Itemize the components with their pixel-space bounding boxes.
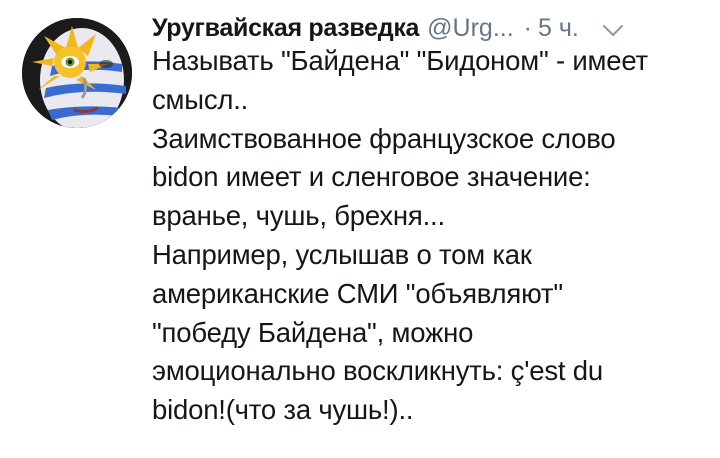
tweet-text-line: вранье, чушь, брехня... xyxy=(152,200,445,232)
tweet-timestamp[interactable]: 5 ч. xyxy=(538,14,579,43)
tweet-content: Уругвайская разведка @Urg... · 5 ч. Назы… xyxy=(152,8,700,430)
tweet-text-line: американские СМИ "объявляют" xyxy=(152,277,563,309)
author-name[interactable]: Уругвайская разведка xyxy=(152,14,419,43)
header-separator: · xyxy=(523,13,532,42)
tweet-text-line: bidon!(что за чушь!).. xyxy=(152,394,414,426)
author-avatar[interactable] xyxy=(22,18,132,128)
tweet-text-line: эмоционально воскликнуть: ç'est du xyxy=(152,355,603,387)
tweet-text-line: Называть "Байдена" "Бидоном" - имеет xyxy=(152,45,648,76)
author-handle[interactable]: @Urg... xyxy=(427,14,514,43)
tweet-text-line: Например, услышав о том как xyxy=(152,238,532,270)
tweet-text-line: bidon имеет и сленговое значение: xyxy=(152,161,591,193)
chevron-down-icon[interactable] xyxy=(601,18,625,42)
tweet-text: Называть "Байдена" "Бидоном" - имеет смы… xyxy=(152,42,700,430)
tweet-text-line: "победу Байдена", можно xyxy=(152,316,474,348)
tweet[interactable]: Уругвайская разведка @Urg... · 5 ч. Назы… xyxy=(0,0,720,458)
avatar-face-image xyxy=(22,18,132,128)
tweet-text-line: смысл.. xyxy=(152,83,249,115)
tweet-text-line: Заимствованное французское слово xyxy=(152,122,616,154)
